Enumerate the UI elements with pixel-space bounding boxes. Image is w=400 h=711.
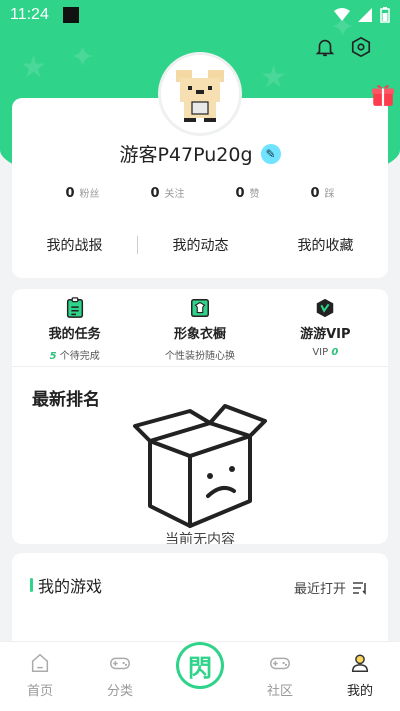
username-row: 游客P47Pu20g ✎ (0, 140, 400, 167)
link-battle-report[interactable]: 我的战报 (12, 235, 137, 255)
vip-icon (317, 298, 334, 318)
feature-wardrobe[interactable]: 形象衣橱 个性装扮随心换 (137, 289, 262, 366)
edit-name-icon[interactable]: ✎ (260, 143, 281, 164)
feature-title: 形象衣橱 (173, 327, 226, 342)
feature-title: 我的任务 (48, 327, 101, 342)
status-icons (334, 7, 390, 23)
stat-label: 关注 (164, 189, 185, 200)
tab-home[interactable]: 首页 (0, 642, 80, 711)
gamepad-icon (110, 657, 130, 670)
task-icon (66, 297, 83, 318)
bottom-tab-bar: 首页 分类 閃 社区 我的 (0, 641, 400, 711)
status-time: 11:24 (10, 6, 49, 23)
battery-icon (380, 7, 390, 23)
pending-label: 个待完成 (56, 351, 100, 362)
empty-state-text: 当前无内容 (165, 532, 235, 544)
stat-value: 0 (150, 186, 160, 201)
tab-me[interactable]: 我的 (320, 642, 400, 711)
notification-icon (62, 7, 79, 23)
header-actions (314, 36, 372, 58)
games-title-text: 我的游戏 (38, 577, 103, 596)
signal-icon (358, 8, 372, 22)
vip-level: 0 (331, 347, 339, 358)
feature-title: 游游VIP (300, 327, 351, 342)
stat-label: 踩 (324, 189, 335, 200)
gift-icon[interactable] (370, 82, 396, 108)
tab-label: 社区 (266, 684, 293, 699)
tab-center[interactable]: 閃 (160, 642, 240, 711)
wifi-icon (334, 8, 350, 21)
feature-subtitle: VIP 0 (312, 347, 338, 358)
ranking-title: 最新排名 (32, 390, 100, 410)
feature-tasks[interactable]: 我的任务 5 个待完成 (12, 289, 137, 366)
tab-label: 分类 (106, 684, 133, 699)
vip-label: VIP (312, 347, 332, 358)
stat-value: 0 (65, 186, 75, 201)
stat-value: 0 (310, 186, 320, 201)
link-favorites[interactable]: 我的收藏 (263, 235, 388, 255)
tab-category[interactable]: 分类 (80, 642, 160, 711)
profile-links: 我的战报 我的动态 我的收藏 (12, 232, 388, 258)
feature-row: 我的任务 5 个待完成 形象衣橱 个性装扮随心换 游游VIP VIP 0 (12, 289, 388, 367)
stat-label: 赞 (249, 189, 260, 200)
center-logo-icon: 閃 (176, 642, 224, 689)
sort-icon (353, 581, 366, 595)
empty-box-icon (133, 404, 267, 528)
games-title: 我的游戏 (30, 573, 102, 597)
star-decoration: ★ (20, 50, 47, 85)
stat-likes[interactable]: 0 赞 (235, 185, 259, 201)
games-sort-button[interactable]: 最近打开 (294, 578, 368, 597)
home-icon (31, 653, 49, 672)
tab-label: 首页 (26, 684, 53, 699)
tab-label: 我的 (346, 684, 373, 699)
features-card: 我的任务 5 个待完成 形象衣橱 个性装扮随心换 游游VIP VIP 0 最新排… (12, 289, 388, 544)
status-bar: 11:24 (0, 0, 400, 30)
link-my-posts[interactable]: 我的动态 (138, 235, 263, 255)
profile-icon (351, 654, 369, 672)
stat-dislikes[interactable]: 0 踩 (310, 185, 334, 201)
star-decoration: ★ (260, 60, 287, 95)
username: 游客P47Pu20g (119, 144, 253, 166)
pending-count: 5 (49, 351, 57, 362)
feature-subtitle: 个性装扮随心换 (164, 351, 235, 362)
pixel-bear-avatar-icon (176, 70, 224, 122)
settings-icon[interactable] (350, 36, 372, 58)
feature-subtitle: 5 个待完成 (50, 347, 100, 362)
sort-label: 最近打开 (293, 582, 346, 597)
bell-icon[interactable] (314, 36, 336, 58)
wardrobe-icon (191, 299, 209, 317)
tab-community[interactable]: 社区 (240, 642, 320, 711)
stat-following[interactable]: 0 关注 (150, 185, 184, 201)
title-accent-bar (30, 578, 33, 592)
stat-label: 粉丝 (79, 189, 100, 200)
feature-vip[interactable]: 游游VIP VIP 0 (263, 289, 388, 366)
gamepad-decoration: ✦ (70, 40, 96, 75)
community-icon (270, 657, 290, 670)
stat-value: 0 (235, 186, 245, 201)
avatar[interactable] (158, 52, 242, 136)
profile-stats: 0 粉丝 0 关注 0 赞 0 踩 (12, 185, 388, 201)
stat-followers[interactable]: 0 粉丝 (65, 185, 99, 201)
